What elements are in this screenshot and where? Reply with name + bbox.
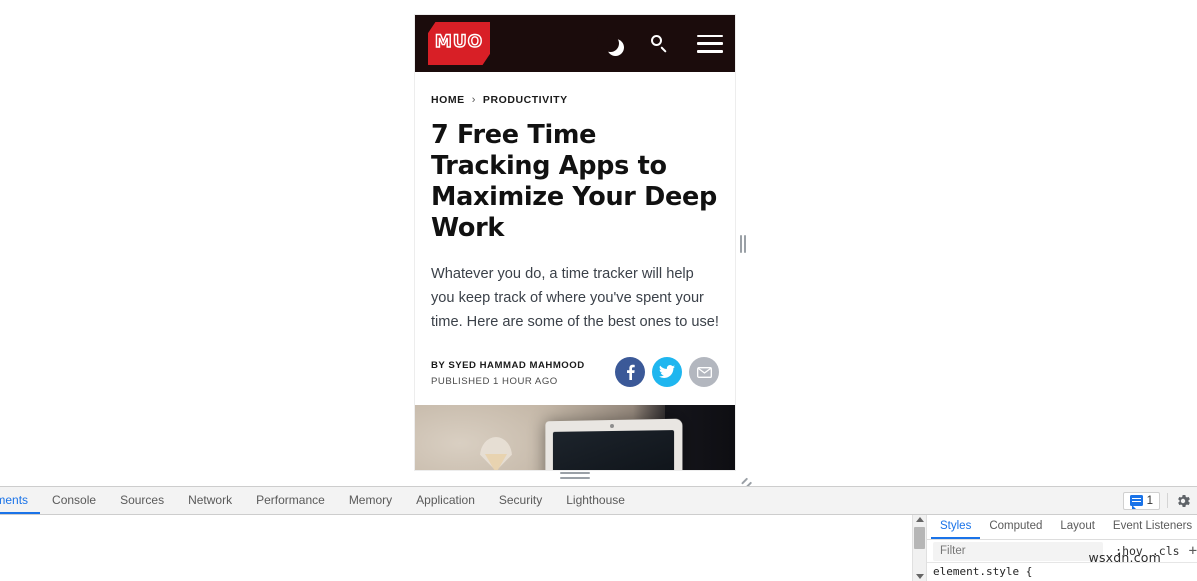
breadcrumb: HOME › PRODUCTIVITY: [431, 94, 719, 106]
element-style-rule[interactable]: element.style {: [933, 565, 1032, 578]
viewport-height-resize-handle[interactable]: [560, 471, 590, 480]
dark-mode-toggle[interactable]: [585, 15, 635, 72]
article-headline: 7 Free Time Tracking Apps to Maximize Yo…: [431, 120, 717, 243]
tab-styles[interactable]: Styles: [931, 515, 981, 539]
hourglass-object: [480, 437, 512, 470]
devtools-tabbar: Elements Console Sources Network Perform…: [0, 487, 1197, 515]
styles-quick-actions: :hov .cls +: [1115, 543, 1197, 559]
tab-layout[interactable]: Layout: [1051, 515, 1104, 539]
tab-network[interactable]: Network: [176, 487, 244, 514]
tab-lighthouse[interactable]: Lighthouse: [554, 487, 637, 514]
tab-event-listeners[interactable]: Event Listeners: [1104, 515, 1197, 539]
breadcrumb-category-link[interactable]: PRODUCTIVITY: [483, 94, 568, 106]
moon-icon: [596, 30, 619, 52]
styles-filter-input[interactable]: [933, 541, 1104, 561]
tab-application[interactable]: Application: [404, 487, 487, 514]
settings-gear-icon[interactable]: [1175, 493, 1191, 509]
article-standfirst: Whatever you do, a time tracker will hel…: [431, 266, 719, 330]
site-logo-text: MUO: [434, 32, 484, 52]
message-bubble-icon: [1129, 495, 1143, 509]
viewport-width-resize-handle[interactable]: [739, 235, 746, 253]
styles-sidebar-pane: Styles Computed Layout Event Listeners :…: [927, 515, 1197, 581]
tab-console[interactable]: Console: [40, 487, 108, 514]
stage-top-padding: [0, 0, 1197, 15]
share-twitter-button[interactable]: [652, 357, 682, 387]
devtools-body: > -US"> d> is-tldr"> Styles Computed Lay…: [0, 515, 1197, 581]
envelope-icon: [696, 366, 712, 378]
tab-elements[interactable]: Elements: [0, 487, 41, 514]
search-icon: [651, 34, 669, 53]
site-header: MUO: [415, 15, 735, 72]
chevron-right-icon: ›: [471, 94, 476, 106]
byline: BY SYED HAMMAD MAHMOOD PUBLISHED 1 HOUR …: [431, 356, 585, 387]
laptop-camera: [610, 423, 614, 429]
devtools-panel: Elements Console Sources Network Perform…: [0, 486, 1197, 581]
article-author[interactable]: BY SYED HAMMAD MAHMOOD: [431, 360, 585, 371]
header-actions: [585, 15, 735, 72]
dom-tree-vertical-scrollbar[interactable]: [912, 515, 927, 581]
devtools-toolbar-actions: 1: [1122, 487, 1191, 514]
scroll-up-arrow-icon[interactable]: [915, 517, 924, 522]
twitter-icon: [659, 365, 675, 378]
share-email-button[interactable]: [689, 357, 719, 387]
tab-sources[interactable]: Sources: [108, 487, 176, 514]
article-body: HOME › PRODUCTIVITY 7 Free Time Tracking…: [415, 72, 735, 470]
hamburger-menu-icon: [697, 34, 723, 53]
dom-tree-pane[interactable]: > -US"> d> is-tldr">: [0, 515, 912, 581]
devtools-tablist: Elements Console Sources Network Perform…: [0, 487, 637, 514]
laptop-object: [545, 418, 683, 470]
styles-rules-content[interactable]: element.style {: [927, 563, 1197, 578]
styles-tabbar: Styles Computed Layout Event Listeners: [927, 515, 1197, 540]
toolbar-divider: [1167, 493, 1168, 508]
styles-filter-bar: :hov .cls +: [927, 540, 1197, 563]
console-message-count-button[interactable]: 1: [1122, 491, 1160, 510]
site-logo[interactable]: MUO: [428, 22, 490, 65]
facebook-icon: [626, 364, 635, 380]
laptop-screen: [552, 430, 675, 470]
toggle-element-state-button[interactable]: :hov: [1115, 544, 1143, 558]
new-style-rule-button[interactable]: +: [1189, 543, 1197, 559]
article-hero-image: [415, 405, 735, 470]
tab-security[interactable]: Security: [487, 487, 554, 514]
share-facebook-button[interactable]: [615, 357, 645, 387]
search-button[interactable]: [635, 15, 685, 72]
breadcrumb-home-link[interactable]: HOME: [431, 94, 465, 106]
article-published-time: PUBLISHED 1 HOUR AGO: [431, 376, 558, 387]
scroll-down-arrow-icon[interactable]: [915, 574, 924, 579]
toggle-class-button[interactable]: .cls: [1152, 544, 1180, 558]
menu-button[interactable]: [685, 15, 735, 72]
byline-row: BY SYED HAMMAD MAHMOOD PUBLISHED 1 HOUR …: [431, 356, 719, 405]
browser-viewport-stage: MUO HOME › PRODUCTIVITY 7 Free Time Trac…: [0, 0, 1197, 493]
tab-computed[interactable]: Computed: [980, 515, 1051, 539]
scrollbar-thumb[interactable]: [914, 527, 925, 549]
share-buttons: [615, 356, 719, 387]
console-message-count: 1: [1146, 494, 1153, 507]
tab-memory[interactable]: Memory: [337, 487, 404, 514]
tab-performance[interactable]: Performance: [244, 487, 337, 514]
viewport-corner-resize-handle[interactable]: [739, 470, 753, 493]
screen: MUO HOME › PRODUCTIVITY 7 Free Time Trac…: [0, 0, 1197, 581]
emulated-device-viewport[interactable]: MUO HOME › PRODUCTIVITY 7 Free Time Trac…: [415, 15, 735, 470]
